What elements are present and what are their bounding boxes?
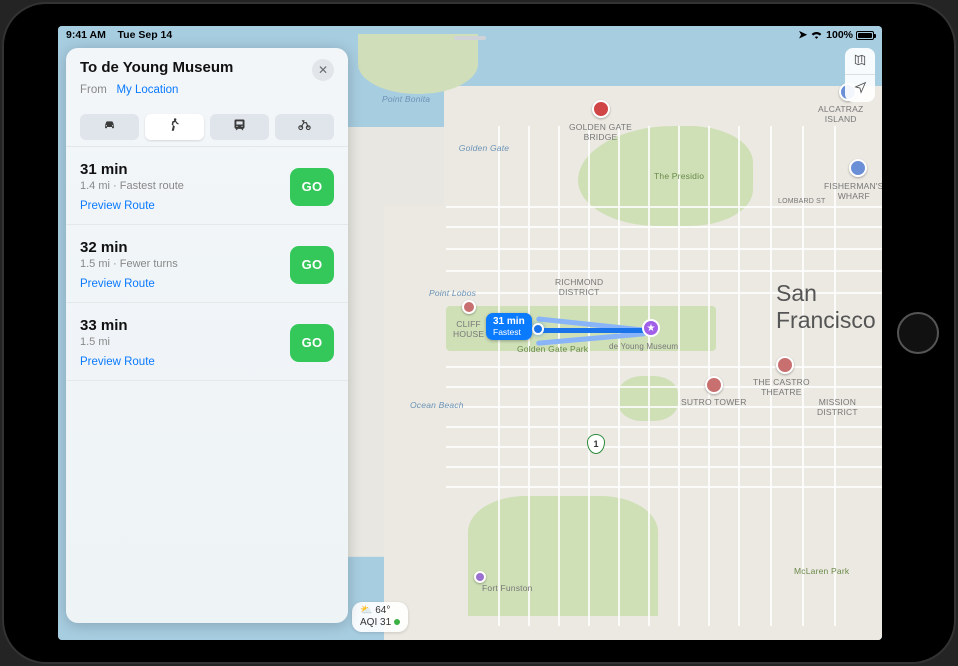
weather-aqi: AQI 31 (360, 617, 391, 628)
weather-pill[interactable]: ⛅ 64° AQI 31 (352, 602, 408, 632)
mode-bike[interactable] (275, 114, 334, 140)
status-time: 9:41 AM (66, 29, 106, 41)
walk-icon (167, 117, 182, 137)
wifi-icon (810, 29, 823, 42)
mode-walk[interactable] (145, 114, 204, 140)
poi-cliff[interactable] (462, 300, 476, 314)
close-icon: ✕ (318, 63, 328, 77)
poi-sutro[interactable] (705, 376, 723, 394)
location-icon: ➤ (798, 29, 807, 41)
status-bar: 9:41 AM Tue Sep 14 ➤ 100% (58, 26, 882, 44)
route-destination-marker[interactable]: ★ (642, 319, 660, 337)
label-lombard: LOMBARD ST (778, 198, 826, 205)
destination-title: To de Young Museum (80, 59, 233, 76)
label-ocean-beach: Ocean Beach (410, 400, 464, 410)
label-funston: Fort Funston (482, 583, 533, 593)
aqi-indicator-icon (394, 619, 400, 625)
sun-icon: ⛅ (360, 605, 372, 616)
route-option[interactable]: 33 min 1.5 mi Preview Route GO (66, 303, 348, 381)
poi-fishermans[interactable] (849, 159, 867, 177)
go-button[interactable]: GO (290, 324, 334, 362)
directions-panel: To de Young Museum ✕ From My Location (66, 48, 348, 623)
label-golden-gate: Golden Gate (454, 143, 514, 153)
label-castro: THE CASTRO THEATRE (753, 377, 810, 397)
weather-temp: 64° (375, 605, 390, 616)
callout-time: 31 min (493, 316, 525, 327)
poi-castro[interactable] (776, 356, 794, 374)
route-meta: 1.5 mi (80, 336, 155, 348)
go-button[interactable]: GO (290, 246, 334, 284)
route-time: 33 min (80, 317, 155, 334)
preview-route-link[interactable]: Preview Route (80, 200, 184, 212)
from-label: From (80, 84, 107, 96)
poi-funston[interactable] (474, 571, 486, 583)
battery-pct: 100% (826, 29, 853, 41)
route-time: 32 min (80, 239, 178, 256)
label-richmond: RICHMOND DISTRICT (555, 277, 603, 297)
bike-icon (297, 117, 312, 137)
preview-route-link[interactable]: Preview Route (80, 356, 155, 368)
status-date: Tue Sep 14 (118, 29, 173, 41)
label-point-bonita: Point Bonita (382, 94, 430, 104)
location-arrow-icon (854, 81, 867, 97)
route-meta: 1.4 mi · Fastest route (80, 180, 184, 192)
from-location-link[interactable]: My Location (116, 84, 178, 96)
transport-mode-selector (80, 114, 334, 140)
label-fishermans: FISHERMAN'S WHARF (824, 181, 882, 201)
route-option[interactable]: 32 min 1.5 mi · Fewer turns Preview Rout… (66, 225, 348, 303)
label-ggp: Golden Gate Park (517, 344, 588, 354)
map-icon (853, 53, 867, 70)
route-meta: 1.5 mi · Fewer turns (80, 258, 178, 270)
transit-icon (232, 117, 247, 137)
label-ggb: GOLDEN GATE BRIDGE (569, 122, 632, 142)
route-callout[interactable]: 31 min Fastest (486, 313, 532, 340)
home-button[interactable] (897, 312, 939, 354)
label-mission: MISSION DISTRICT (817, 397, 858, 417)
route-option[interactable]: 31 min 1.4 mi · Fastest route Preview Ro… (66, 147, 348, 225)
label-point-lobos: Point Lobos (429, 288, 476, 298)
close-button[interactable]: ✕ (312, 59, 334, 81)
route-list: 31 min 1.4 mi · Fastest route Preview Ro… (66, 146, 348, 381)
mode-car[interactable] (80, 114, 139, 140)
callout-sub: Fastest (493, 328, 525, 338)
label-presidio: The Presidio (654, 171, 704, 181)
map-mode-button[interactable] (845, 48, 875, 75)
car-icon (102, 117, 117, 137)
route-time: 31 min (80, 161, 184, 178)
label-sutro: SUTRO TOWER (681, 397, 747, 407)
battery-icon (856, 31, 874, 40)
mode-transit[interactable] (210, 114, 269, 140)
preview-route-link[interactable]: Preview Route (80, 278, 178, 290)
label-cliff: CLIFF HOUSE (453, 319, 484, 339)
label-dest: de Young Museum (609, 342, 678, 351)
city-label: San Francisco (776, 280, 882, 334)
label-alcatraz: ALCATRAZ ISLAND (818, 104, 863, 124)
label-mclaren: McLaren Park (794, 566, 849, 576)
poi-golden-gate-bridge[interactable] (592, 100, 610, 118)
go-button[interactable]: GO (290, 168, 334, 206)
locate-button[interactable] (845, 75, 875, 102)
